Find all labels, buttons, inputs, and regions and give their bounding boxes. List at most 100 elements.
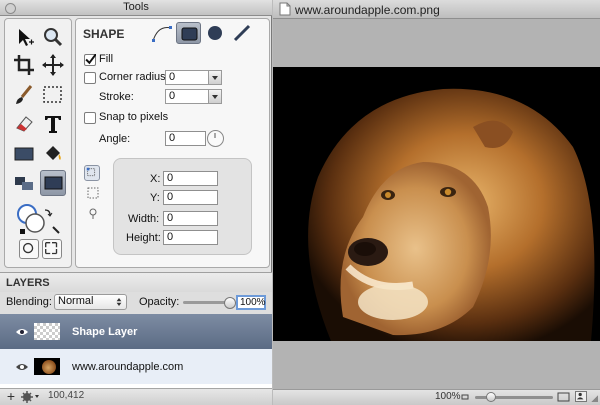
selection-tool-button[interactable] [40, 82, 66, 108]
height-input[interactable]: 0 [163, 230, 218, 245]
pen-shape-button[interactable] [150, 22, 174, 44]
crop-icon [14, 55, 34, 75]
eraser-icon [16, 116, 33, 132]
ellipse-shape-button[interactable] [203, 22, 227, 44]
pointer-tool-button[interactable] [11, 24, 37, 50]
document-statusbar: 100% [273, 389, 600, 405]
marquee-icon [43, 86, 62, 103]
layer-name: Shape Layer [72, 326, 138, 338]
rectangle-icon [14, 147, 34, 161]
eye-visibility-icon[interactable] [15, 362, 29, 372]
y-label: Y: [150, 192, 160, 204]
lion-photo [273, 67, 600, 341]
dropdown-arrow-icon[interactable] [208, 71, 221, 84]
corner-radius-label: Corner radius: [99, 71, 169, 83]
circle-mode-button[interactable] [19, 239, 39, 259]
snap-to-pixels-label: Snap to pixels [99, 111, 169, 123]
document-titlebar: www.aroundapple.com.png [273, 0, 600, 19]
eye-visibility-icon[interactable] [15, 327, 29, 337]
layer-thumbnail-image [34, 358, 60, 375]
move-tool-button[interactable] [40, 52, 66, 78]
fill-checkbox[interactable] [84, 54, 96, 66]
brush-icon [16, 85, 33, 104]
eraser-tool-button[interactable] [11, 111, 37, 137]
angle-dial[interactable] [207, 130, 224, 147]
snap-to-pixels-checkbox[interactable] [84, 112, 96, 124]
layers-footer: + 100,412 [0, 388, 272, 405]
stroke-combo[interactable]: 0 [165, 89, 222, 104]
blending-value: Normal [58, 295, 94, 307]
crop-tool-button[interactable] [11, 52, 37, 78]
height-label: Height: [126, 232, 161, 244]
blending-select[interactable]: Normal [54, 294, 127, 310]
rounded-rect-icon [181, 27, 198, 41]
rectangle-tool-button[interactable] [11, 141, 37, 167]
expand-icon [45, 242, 58, 255]
document-title: www.aroundapple.com.png [295, 3, 440, 17]
zoom-tool-button[interactable] [40, 24, 66, 50]
zoom-slider-knob[interactable] [486, 392, 496, 402]
fit-mode-button[interactable] [42, 239, 62, 259]
opacity-label: Opacity: [139, 296, 180, 308]
updown-arrows-icon [116, 298, 122, 306]
layer-stack-icon [15, 177, 33, 190]
center-point-icon [89, 208, 97, 219]
shape-panel-header: SHAPE [83, 27, 125, 41]
lion-image[interactable] [273, 67, 600, 341]
bezier-pen-icon [152, 26, 172, 42]
opacity-slider-knob[interactable] [224, 297, 236, 309]
zoom-actual-size-button[interactable] [575, 391, 587, 402]
circle-icon [22, 242, 34, 254]
paint-bucket-tool-button[interactable] [40, 141, 66, 167]
shape-rectangle-icon [44, 176, 63, 190]
document-file-icon [279, 2, 291, 16]
move-arrows-icon [42, 54, 64, 76]
y-input[interactable]: 0 [163, 190, 218, 205]
anchor-center-button[interactable] [86, 206, 100, 220]
dropdown-arrow-icon[interactable] [208, 90, 221, 103]
x-label: X: [150, 173, 161, 185]
tool-palette [4, 18, 72, 268]
window-close-button[interactable] [5, 3, 16, 14]
corner-radius-checkbox[interactable] [84, 72, 96, 84]
resize-grip-icon[interactable] [591, 395, 598, 402]
brush-tool-button[interactable] [11, 82, 37, 108]
x-input[interactable]: 0 [163, 171, 218, 186]
blending-label: Blending: [6, 296, 52, 308]
layers-title: LAYERS [6, 277, 50, 289]
corner-radius-value: 0 [169, 71, 176, 83]
shape-tool-button[interactable] [40, 170, 66, 196]
stroke-value: 0 [169, 90, 176, 102]
line-shape-button[interactable] [230, 22, 254, 44]
rectangle-shape-button[interactable] [176, 22, 201, 44]
color-wells-icon[interactable] [5, 201, 71, 237]
zoom-out-icon[interactable] [461, 392, 471, 402]
geometry-box: X: 0 Y: 0 Width: 0 Height: 0 [113, 158, 252, 255]
add-layer-button[interactable]: + [4, 389, 18, 404]
gear-icon[interactable] [20, 390, 40, 404]
angle-dial-icon [214, 133, 216, 138]
fill-label: Fill [99, 53, 114, 65]
arrow-pointer-icon [19, 29, 34, 46]
layers-header: LAYERS [0, 272, 272, 293]
anchor-bounds-button[interactable] [86, 186, 100, 200]
person-icon [576, 392, 584, 400]
paint-bucket-icon [46, 146, 61, 160]
text-tool-button[interactable] [40, 111, 66, 137]
corner-radius-combo[interactable]: 0 [165, 70, 222, 85]
angle-input[interactable]: 0 [165, 131, 206, 146]
zoom-in-icon[interactable] [557, 392, 571, 402]
layer-row[interactable]: www.aroundapple.com [0, 349, 272, 384]
layer-row-selected[interactable]: Shape Layer [0, 314, 272, 349]
cursor-coordinates: 100,412 [48, 390, 85, 401]
line-icon [233, 24, 251, 42]
opacity-input[interactable]: 100% [236, 295, 266, 310]
layer-name: www.aroundapple.com [72, 361, 184, 373]
layers-toolbar: Blending: Normal Opacity: 100% [0, 292, 272, 314]
ellipse-icon [208, 26, 222, 40]
shape-style-tool-button[interactable] [11, 170, 37, 196]
anchor-topleft-button[interactable] [84, 165, 100, 181]
magnifier-icon [44, 28, 63, 47]
layer-thumbnail-transparent [34, 323, 60, 340]
width-input[interactable]: 0 [163, 211, 218, 226]
